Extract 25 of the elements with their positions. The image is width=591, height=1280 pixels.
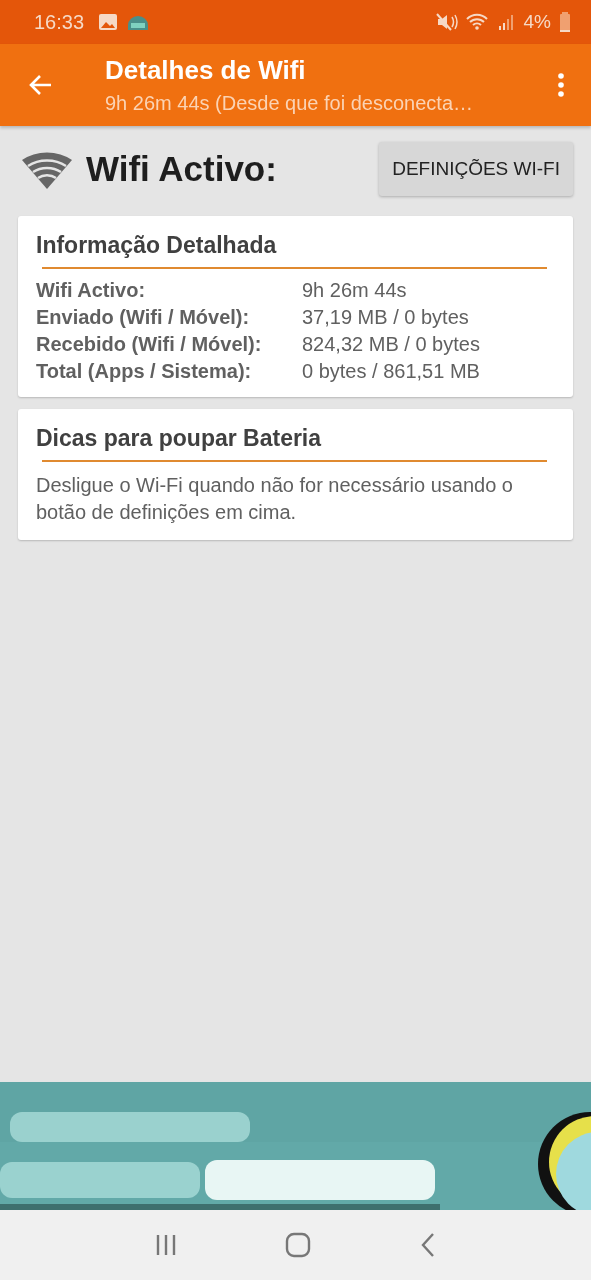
info-label: Enviado (Wifi / Móvel): [36, 306, 251, 329]
wifi-status-heading: Wifi Activo: [86, 149, 277, 189]
screen-subtitle: 9h 26m 44s (Desde que foi desconecta… [105, 92, 474, 115]
wifi-signal-icon [465, 13, 490, 31]
mute-icon [435, 13, 458, 31]
info-value: 9h 26m 44s [302, 279, 408, 302]
info-label: Recebido (Wifi / Móvel): [36, 333, 263, 356]
status-time: 16:33 [34, 10, 85, 34]
cell-signal-icon [497, 13, 516, 31]
app-notification-icon [126, 13, 151, 31]
tip-text: Desligue o Wi-Fi quando não for necessário usando o botão de definições em cima. [36, 473, 514, 525]
info-value: 37,19 MB / 0 bytes [302, 306, 470, 329]
screen-title: Detalhes de Wifi [105, 55, 307, 86]
wifi-settings-button[interactable]: DEFINIÇÕES WI-FI [379, 142, 573, 196]
battery-icon [559, 12, 571, 32]
card-title: Informação Detalhada [36, 232, 278, 259]
image-icon [98, 13, 119, 31]
info-value: 824,32 MB / 0 bytes [302, 333, 481, 356]
card-title: Dicas para poupar Bateria [36, 425, 323, 452]
info-label: Total (Apps / Sistema): [36, 360, 253, 383]
info-label: Wifi Activo: [36, 279, 147, 302]
home-button[interactable] [285, 1232, 312, 1258]
info-value: 0 bytes / 861,51 MB [302, 360, 481, 383]
battery-percent: 4% [523, 11, 551, 33]
more-options-button[interactable] [555, 71, 567, 99]
